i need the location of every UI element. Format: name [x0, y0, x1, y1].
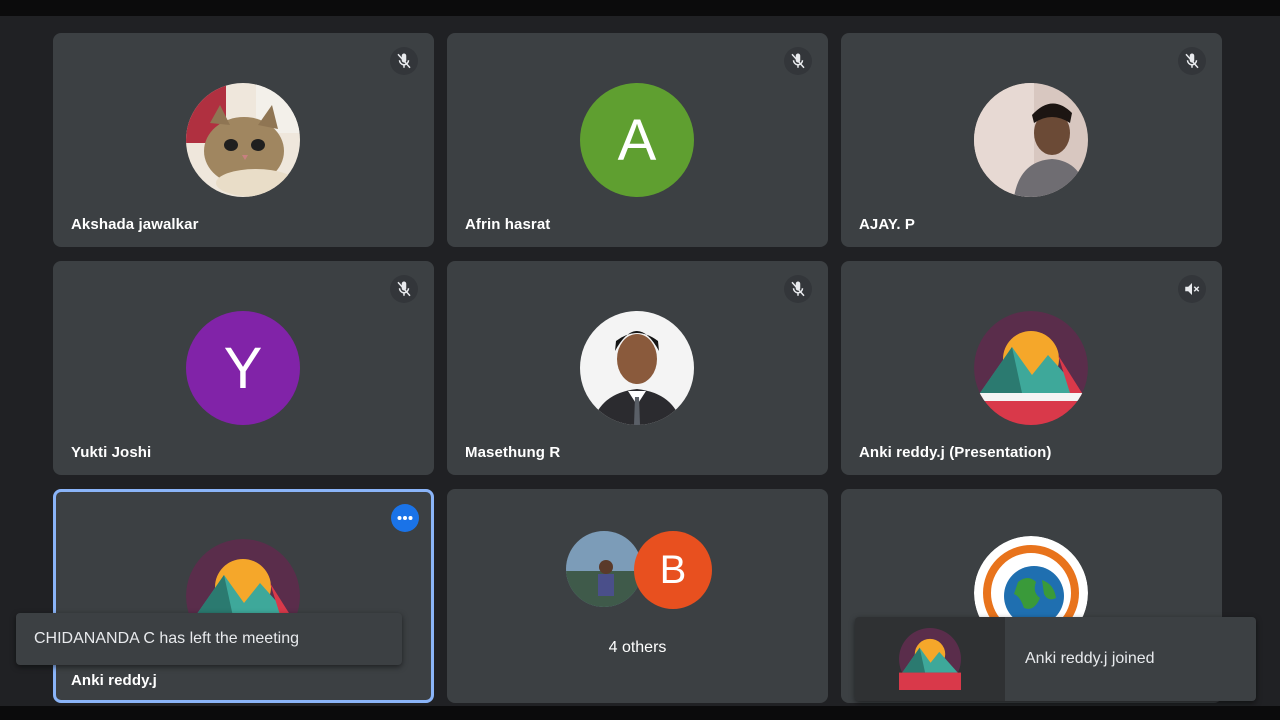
toast-message: CHIDANANDA C has left the meeting	[34, 630, 299, 647]
participant-tile[interactable]: AJAY. P	[841, 33, 1222, 247]
mountain-logo-avatar	[974, 311, 1088, 425]
participant-tile[interactable]: Y Yukti Joshi	[53, 261, 434, 475]
participant-tile[interactable]: A Afrin hasrat	[447, 33, 828, 247]
more-options-button[interactable]	[391, 504, 419, 532]
joined-toast: Anki reddy.j joined	[855, 617, 1256, 701]
avatar-letter: A	[580, 83, 694, 197]
toast-message: Anki reddy.j joined	[1025, 650, 1155, 667]
others-letter-avatar: B	[634, 531, 712, 609]
avatar	[974, 83, 1088, 197]
participant-tile[interactable]: Anki reddy.j (Presentation)	[841, 261, 1222, 475]
participant-name: AJAY. P	[859, 216, 916, 233]
others-tile[interactable]: B 4 others	[447, 489, 828, 703]
participant-name: Afrin hasrat	[465, 216, 551, 233]
left-meeting-toast: CHIDANANDA C has left the meeting	[16, 613, 402, 665]
avatar	[580, 311, 694, 425]
toast-avatar-thumb	[855, 617, 1005, 701]
avatar	[186, 83, 300, 197]
participant-name: Akshada jawalkar	[71, 216, 199, 233]
active-speaker-tile[interactable]: Anki reddy.j	[53, 489, 434, 703]
avatar-letter: Y	[186, 311, 300, 425]
top-letterbox	[0, 0, 1280, 16]
mic-off-icon	[1178, 47, 1206, 75]
others-photo-avatar	[566, 531, 642, 607]
others-count-label: 4 others	[608, 639, 667, 656]
mic-off-icon	[390, 47, 418, 75]
participant-name: Masethung R	[465, 444, 561, 461]
bottom-letterbox	[0, 706, 1280, 720]
participant-tile[interactable]: Masethung R	[447, 261, 828, 475]
volume-off-icon	[1178, 275, 1206, 303]
mic-off-icon	[784, 47, 812, 75]
mic-off-icon	[390, 275, 418, 303]
participant-name: Anki reddy.j	[71, 672, 157, 689]
participant-name: Yukti Joshi	[71, 444, 152, 461]
participant-tile[interactable]: Akshada jawalkar	[53, 33, 434, 247]
participant-name: Anki reddy.j (Presentation)	[859, 444, 1052, 461]
mic-off-icon	[784, 275, 812, 303]
